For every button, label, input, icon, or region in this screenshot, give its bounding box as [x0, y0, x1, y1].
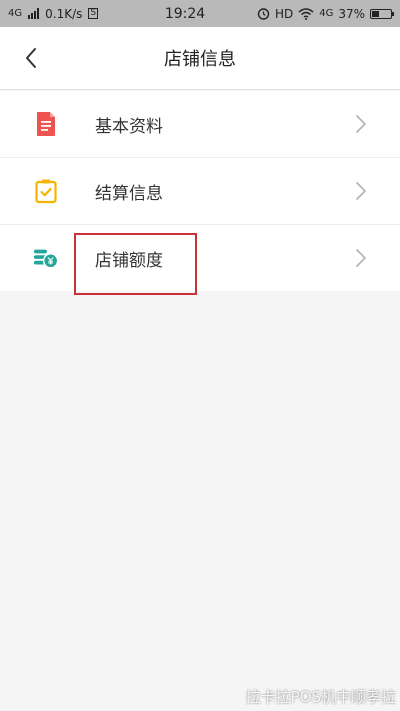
- screen: 4G 0.1K/s S 19:24 HD 4G 37% 店铺信息 基本资料 结算…: [0, 0, 400, 711]
- menu-list: 基本资料 结算信息 店铺额度: [0, 91, 400, 291]
- clipboard-check-icon: [33, 178, 59, 204]
- signal-icon: [28, 8, 40, 19]
- status-bar: 4G 0.1K/s S 19:24 HD 4G 37%: [0, 0, 400, 27]
- status-right: HD 4G 37%: [222, 6, 394, 21]
- sim-badge: S: [88, 8, 99, 19]
- menu-item-label: 结算信息: [95, 183, 163, 204]
- page-title: 店铺信息: [164, 49, 236, 70]
- network-type-right: 4G: [319, 8, 334, 19]
- chevron-right-icon: [356, 182, 366, 200]
- back-button[interactable]: [14, 41, 48, 75]
- watermark: 拉卡拉POS机中顺孝拉: [245, 688, 396, 706]
- alarm-icon: [257, 8, 270, 20]
- battery-icon: [370, 8, 394, 19]
- network-speed: 0.1K/s: [45, 6, 83, 21]
- menu-item-settlement-info[interactable]: 结算信息: [0, 158, 400, 225]
- nav-bar: 店铺信息: [0, 27, 400, 90]
- menu-item-label: 基本资料: [95, 116, 163, 137]
- coins-yen-icon: [33, 245, 59, 271]
- chevron-right-icon: [356, 249, 366, 267]
- menu-item-store-quota[interactable]: 店铺额度: [0, 225, 400, 291]
- menu-item-basic-info[interactable]: 基本资料: [0, 91, 400, 158]
- status-left: 4G 0.1K/s S: [8, 7, 158, 21]
- wifi-icon: [298, 7, 314, 20]
- hd-label: HD: [274, 6, 294, 21]
- chevron-right-icon: [356, 115, 366, 133]
- battery-percent: 37%: [338, 6, 365, 21]
- clock: 19:24: [164, 5, 206, 22]
- document-icon: [33, 111, 59, 137]
- network-type-left: 4G: [8, 8, 23, 19]
- menu-item-label: 店铺额度: [95, 250, 163, 271]
- chevron-left-icon: [26, 48, 36, 68]
- battery-level: [372, 10, 379, 17]
